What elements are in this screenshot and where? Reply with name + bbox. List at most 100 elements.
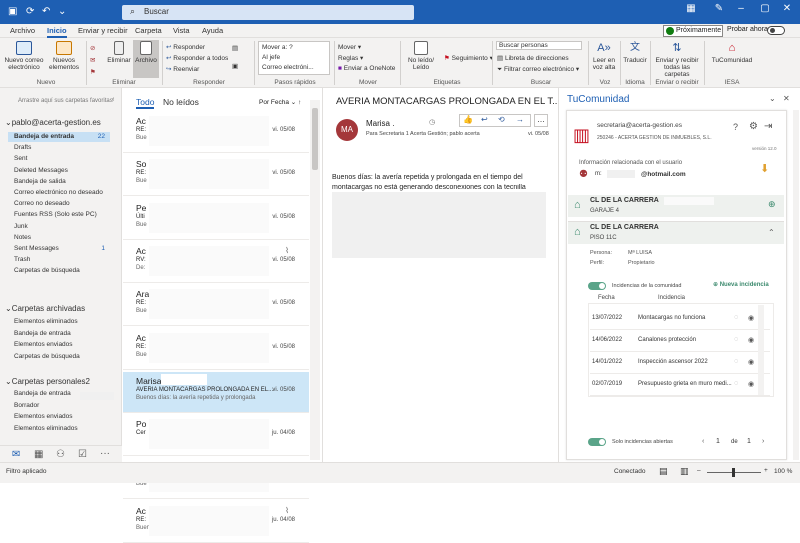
archivadas-header[interactable]: ⌄Carpetas archivadas bbox=[5, 304, 85, 313]
tab-enviar-recibir[interactable]: Enviar y recibir bbox=[78, 26, 128, 35]
message-item[interactable]: Pe Últi Bue vi. 05/08 bbox=[123, 199, 309, 240]
enviar-recibir-button[interactable]: ⇅ Enviar y recibir todas las carpetas bbox=[652, 41, 702, 78]
archivo-button[interactable]: Archivo bbox=[133, 40, 159, 78]
reenviar-button[interactable]: ↪ Reenviar bbox=[166, 65, 199, 73]
property-header-piso[interactable]: ⌂ CL DE LA CARRERA PISO 11C ⌃ bbox=[568, 222, 784, 244]
account-folder-item[interactable]: Notes bbox=[14, 234, 31, 241]
proximamente-button[interactable]: Próximamente bbox=[663, 25, 723, 37]
eye-icon[interactable]: ◉ bbox=[748, 314, 754, 322]
responder-todos-button[interactable]: ↩ Responder a todos bbox=[166, 54, 228, 62]
account-folder-item[interactable]: Sent bbox=[14, 155, 27, 162]
quick-steps-gallery[interactable]: Mover a: ? Al jefe Correo electróni... bbox=[258, 41, 330, 75]
incidencia-row[interactable]: 02/07/2019 Presupuesto grieta en muro med… bbox=[590, 374, 770, 396]
close-button[interactable]: ✕ bbox=[776, 3, 798, 14]
reply-icon[interactable]: ↩ bbox=[481, 115, 488, 124]
buscar-personas-input[interactable]: Buscar personas bbox=[496, 41, 582, 50]
eye-icon[interactable]: ◉ bbox=[748, 380, 754, 388]
account-folder-item[interactable]: Correo no deseado bbox=[14, 200, 70, 207]
account-folder-item[interactable]: Carpetas de búsqueda bbox=[14, 267, 80, 274]
eye-off-icon[interactable]: ◌ bbox=[734, 380, 738, 387]
customize-chevron-icon[interactable]: ⌄ bbox=[58, 6, 66, 17]
personales-folder-item[interactable]: Bandeja de entrada bbox=[14, 390, 71, 397]
personales-header[interactable]: ⌄Carpetas personales2 bbox=[5, 377, 90, 386]
message-item[interactable]: Ac RE: Bue vi. 05/08 bbox=[123, 112, 309, 153]
no-leido-button[interactable]: No leído/ Leído bbox=[404, 41, 438, 71]
filter-todo[interactable]: Todo bbox=[136, 97, 155, 109]
pen-icon[interactable]: ✎ bbox=[708, 3, 730, 14]
like-icon[interactable]: 👍 bbox=[463, 115, 473, 124]
more-respond-icon[interactable]: ▣ bbox=[232, 62, 238, 70]
download-icon[interactable]: ⬇ bbox=[760, 162, 769, 175]
people-icon[interactable]: ⚇ bbox=[56, 449, 65, 460]
account-header[interactable]: ⌄pablo@acerta-gestion.es bbox=[5, 118, 101, 127]
leer-voz-button[interactable]: A» Leer en voz alta bbox=[590, 41, 618, 71]
account-folder-item[interactable]: Bandeja de entrada bbox=[14, 133, 74, 140]
message-item[interactable]: Marisa AVERIA MONTACARGAS PROLONGADA EN E… bbox=[123, 371, 309, 413]
settings-gear-icon[interactable]: ⚙ bbox=[749, 121, 758, 132]
calendar-icon[interactable]: ▦ bbox=[34, 449, 43, 460]
mover-button[interactable]: Mover ▾ bbox=[338, 43, 361, 51]
tab-ayuda[interactable]: Ayuda bbox=[202, 26, 223, 35]
reading-view-icon[interactable]: ▥ bbox=[680, 466, 689, 477]
pane-options-icon[interactable]: ⌄ bbox=[769, 94, 776, 103]
zoom-in-icon[interactable]: + bbox=[764, 467, 768, 474]
more-icon[interactable]: ··· bbox=[100, 448, 110, 459]
nuevo-correo-button[interactable]: Nuevo correo electrónico bbox=[4, 41, 44, 71]
cleanup-icon[interactable]: ✉ bbox=[90, 56, 95, 64]
personales-folder-item[interactable]: Elementos enviados bbox=[14, 413, 73, 420]
eye-off-icon[interactable]: ◌ bbox=[734, 358, 738, 365]
account-folder-item[interactable]: Sent Messages bbox=[14, 245, 59, 252]
incidencias-toggle[interactable] bbox=[588, 282, 606, 290]
reglas-button[interactable]: Reglas ▾ bbox=[338, 54, 363, 62]
nuevos-elementos-button[interactable]: Nuevos elementos bbox=[46, 41, 82, 71]
collapse-chevron-icon[interactable]: ⌃ bbox=[768, 228, 775, 237]
tab-carpeta[interactable]: Carpeta bbox=[135, 26, 162, 35]
message-item[interactable]: Ara RE: Bue vi. 05/08 bbox=[123, 285, 309, 327]
account-folder-item[interactable]: Deleted Messages bbox=[14, 167, 68, 174]
layout-icon[interactable]: ▦ bbox=[680, 3, 702, 14]
mail-icon[interactable]: ✉ bbox=[12, 449, 20, 460]
archivadas-folder-item[interactable]: Elementos eliminados bbox=[14, 318, 78, 325]
zoom-thumb[interactable] bbox=[732, 468, 735, 477]
quick-step-mover-a[interactable]: Mover a: ? bbox=[262, 44, 293, 51]
account-folder-item[interactable]: Trash bbox=[14, 256, 30, 263]
probar-ahora-toggle[interactable] bbox=[767, 26, 785, 35]
filtrar-button[interactable]: ⏷ Filtrar correo electrónico ▾ bbox=[497, 65, 579, 74]
property-card-garaje[interactable]: ⌂ CL DE LA CARRERA GARAJE 4 ⊕ bbox=[568, 195, 784, 217]
incidencias-scrollbar[interactable] bbox=[758, 305, 764, 395]
eliminar-button[interactable]: Eliminar bbox=[106, 41, 132, 64]
archivadas-folder-item[interactable]: Carpetas de búsqueda bbox=[14, 353, 80, 360]
message-item[interactable]: So RE: Bue vi. 05/08 bbox=[123, 155, 309, 197]
ignore-icon[interactable]: ⊘ bbox=[90, 44, 95, 52]
collapse-pane-icon[interactable]: ‹ bbox=[112, 96, 114, 103]
clock-icon[interactable]: ◷ bbox=[429, 118, 435, 126]
logout-icon[interactable]: ⇥ bbox=[764, 121, 772, 132]
pane-close-icon[interactable]: ✕ bbox=[783, 94, 790, 103]
seguimiento-button[interactable]: ⚑ Seguimiento ▾ bbox=[444, 54, 493, 62]
reply-all-icon[interactable]: ⟲ bbox=[498, 115, 505, 124]
responder-button[interactable]: ↩ Responder bbox=[166, 43, 205, 51]
tab-vista[interactable]: Vista bbox=[173, 26, 190, 35]
account-folder-item[interactable]: Junk bbox=[14, 223, 28, 230]
pane-scrollbar[interactable] bbox=[793, 110, 799, 460]
quick-step-al-jefe[interactable]: Al jefe bbox=[262, 54, 280, 61]
tasks-icon[interactable]: ☑ bbox=[78, 449, 87, 460]
undo-icon[interactable]: ↶ bbox=[42, 6, 50, 17]
account-folder-item[interactable]: Fuentes RSS (Solo este PC) bbox=[14, 211, 97, 218]
personales-folder-item[interactable]: Borrador bbox=[14, 402, 39, 409]
eye-icon[interactable]: ◉ bbox=[748, 336, 754, 344]
account-folder-item[interactable]: Drafts bbox=[14, 144, 31, 151]
next-page-icon[interactable]: › bbox=[762, 438, 764, 445]
quick-step-correo[interactable]: Correo electróni... bbox=[262, 64, 314, 71]
tab-archivo[interactable]: Archivo bbox=[10, 26, 35, 35]
incidencia-row[interactable]: 14/06/2022 Canalones protección ◌ ◉ bbox=[590, 330, 770, 352]
tucomunidad-button[interactable]: ⌂ TuComunidad bbox=[708, 41, 756, 64]
incidencia-row[interactable]: 13/07/2022 Montacargas no funciona ◌ ◉ bbox=[590, 308, 770, 330]
help-icon[interactable]: ? bbox=[733, 122, 738, 132]
more-actions-button[interactable]: … bbox=[534, 114, 548, 127]
sender-name[interactable]: Marisa . bbox=[366, 119, 394, 128]
meeting-icon[interactable]: ▤ bbox=[232, 44, 238, 52]
eye-off-icon[interactable]: ◌ bbox=[734, 336, 738, 343]
account-folder-item[interactable]: Bandeja de salida bbox=[14, 178, 66, 185]
libreta-button[interactable]: ▤ Libreta de direcciones bbox=[497, 54, 569, 62]
